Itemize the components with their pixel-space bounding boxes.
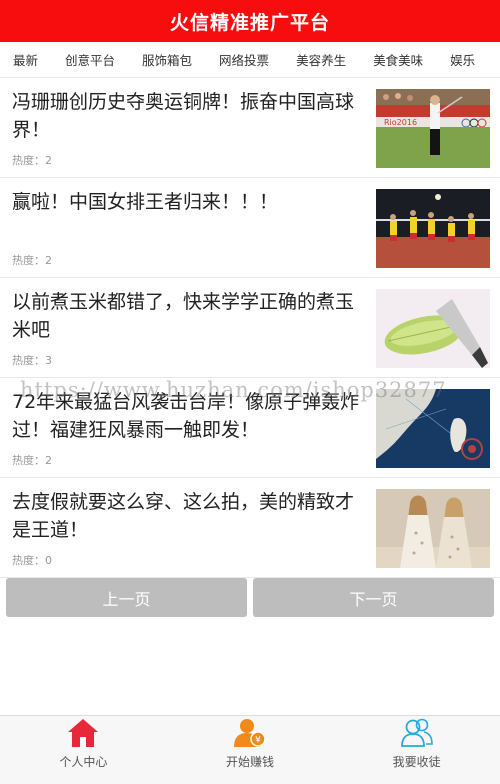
nav-label: 开始赚钱 (226, 755, 275, 769)
article-list: 冯珊珊创历史夺奥运铜牌！振奋中国高球界！ 热度：2 Rio2016 赢啦！中国女… (0, 78, 500, 578)
heat-value: 0 (45, 554, 52, 567)
article-title[interactable]: 去度假就要这么穿、这么拍，美的精致才是王道！ (12, 488, 370, 544)
pagination: 上一页 下一页 (6, 578, 494, 617)
tab-food[interactable]: 美食美味 (360, 50, 423, 69)
nav-personal-center[interactable]: 个人中心 (0, 716, 167, 784)
corn-cutting-photo[interactable] (376, 289, 490, 368)
recruit-users-icon (399, 717, 435, 749)
nav-recruit[interactable]: 我要收徒 (333, 716, 500, 784)
tab-entertainment[interactable]: 娱乐 (437, 50, 475, 69)
bottom-nav: 个人中心 ¥ 开始赚钱 我要收徒 (0, 715, 500, 784)
article-item[interactable]: 以前煮玉米都错了，快来学学正确的煮玉米吧 热度：3 (0, 278, 500, 378)
svg-text:¥: ¥ (255, 736, 261, 746)
header-bar: 火信精准推广平台 (0, 0, 500, 42)
next-page-button[interactable]: 下一页 (253, 578, 494, 617)
fashion-models-photo[interactable] (376, 489, 490, 568)
article-heat: 热度：2 (12, 452, 52, 468)
category-tabs: 最新 创意平台 服饰箱包 网络投票 美容养生 美食美味 娱乐 (0, 42, 500, 78)
article-heat: 热度：0 (12, 552, 52, 568)
svg-text:Rio2016: Rio2016 (384, 118, 417, 127)
article-item[interactable]: 冯珊珊创历史夺奥运铜牌！振奋中国高球界！ 热度：2 Rio2016 (0, 78, 500, 178)
heat-label: 热度： (12, 554, 45, 567)
tab-fashion[interactable]: 服饰箱包 (129, 50, 192, 69)
earn-money-user-icon: ¥ (232, 717, 268, 749)
article-title[interactable]: 赢啦！中国女排王者归来！！！ (12, 188, 370, 216)
heat-value: 2 (45, 454, 52, 467)
nav-label: 我要收徒 (392, 755, 441, 769)
tab-voting[interactable]: 网络投票 (206, 50, 269, 69)
prev-page-button[interactable]: 上一页 (6, 578, 247, 617)
heat-label: 热度： (12, 454, 45, 467)
page-title: 火信精准推广平台 (169, 11, 330, 34)
article-heat: 热度：3 (12, 352, 52, 368)
heat-value: 2 (45, 254, 52, 267)
article-title[interactable]: 72年来最猛台风袭击台岸！像原子弹轰炸过！福建狂风暴雨一触即发！ (12, 388, 370, 444)
article-title[interactable]: 以前煮玉米都错了，快来学学正确的煮玉米吧 (12, 288, 370, 344)
nav-label: 个人中心 (59, 755, 108, 769)
heat-value: 2 (45, 154, 52, 167)
heat-label: 热度： (12, 154, 45, 167)
app-root: 火信精准推广平台 最新 创意平台 服饰箱包 网络投票 美容养生 美食美味 娱乐 … (0, 0, 500, 784)
tab-beauty[interactable]: 美容养生 (283, 50, 346, 69)
heat-value: 3 (45, 354, 52, 367)
tab-latest[interactable]: 最新 (0, 50, 38, 69)
tab-creative[interactable]: 创意平台 (52, 50, 115, 69)
home-icon (65, 717, 101, 749)
typhoon-satellite-map[interactable] (376, 389, 490, 468)
article-item[interactable]: 赢啦！中国女排王者归来！！！ 热度：2 (0, 178, 500, 278)
article-heat: 热度：2 (12, 152, 52, 168)
article-item[interactable]: 去度假就要这么穿、这么拍，美的精致才是王道！ 热度：0 (0, 478, 500, 578)
nav-start-earning[interactable]: ¥ 开始赚钱 (167, 716, 334, 784)
heat-label: 热度： (12, 254, 45, 267)
volleyball-team-photo[interactable] (376, 189, 490, 268)
article-title[interactable]: 冯珊珊创历史夺奥运铜牌！振奋中国高球界！ (12, 88, 370, 144)
article-heat: 热度：2 (12, 252, 52, 268)
heat-label: 热度： (12, 354, 45, 367)
golf-player-photo[interactable]: Rio2016 (376, 89, 490, 168)
article-item[interactable]: 72年来最猛台风袭击台岸！像原子弹轰炸过！福建狂风暴雨一触即发！ 热度：2 (0, 378, 500, 478)
